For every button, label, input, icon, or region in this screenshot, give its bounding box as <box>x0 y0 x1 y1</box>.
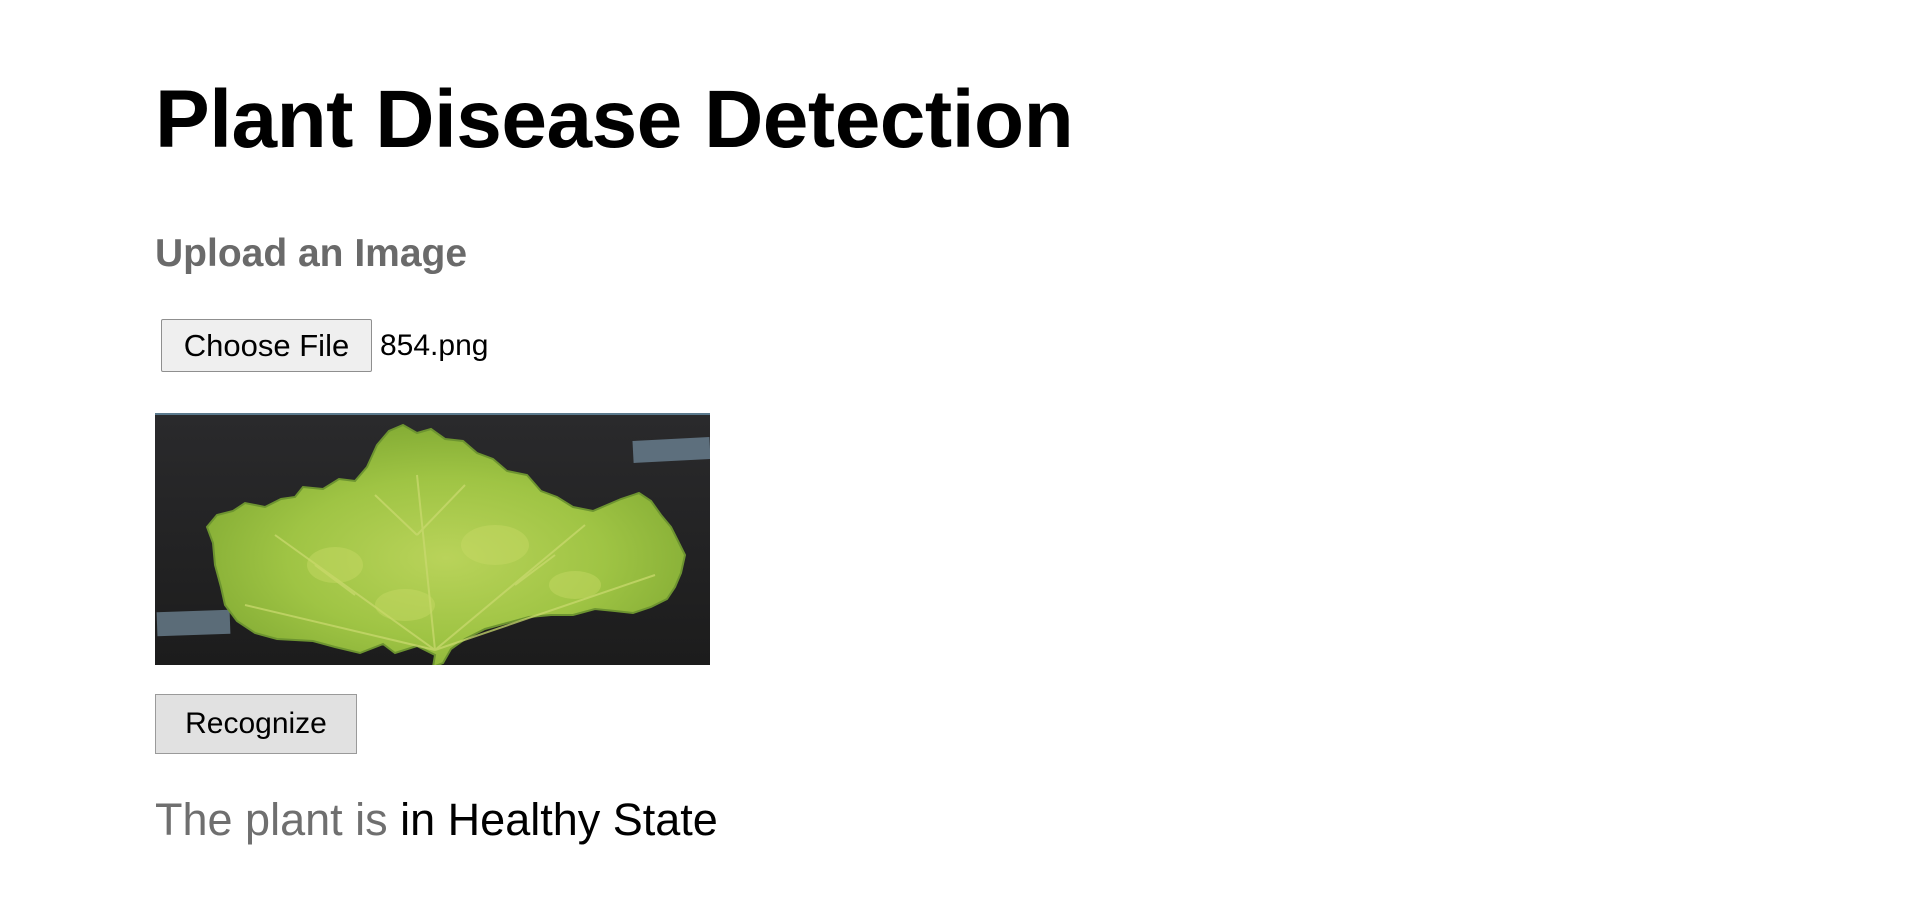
recognize-button[interactable]: Recognize <box>155 694 357 754</box>
choose-file-button[interactable]: Choose File <box>161 319 372 372</box>
result-text: The plant is in Healthy State <box>155 792 718 848</box>
tape-strip-top <box>632 436 710 463</box>
file-input[interactable]: Choose File 854.png <box>161 319 488 372</box>
result-prefix: The plant is <box>155 794 388 845</box>
tape-strip-bottom <box>156 609 231 637</box>
upload-heading: Upload an Image <box>155 232 468 275</box>
uploaded-image-preview <box>155 413 710 665</box>
page-title: Plant Disease Detection <box>155 74 1074 165</box>
result-value: in Healthy State <box>400 794 718 845</box>
leaf-image <box>155 415 710 665</box>
selected-file-name: 854.png <box>380 328 489 362</box>
